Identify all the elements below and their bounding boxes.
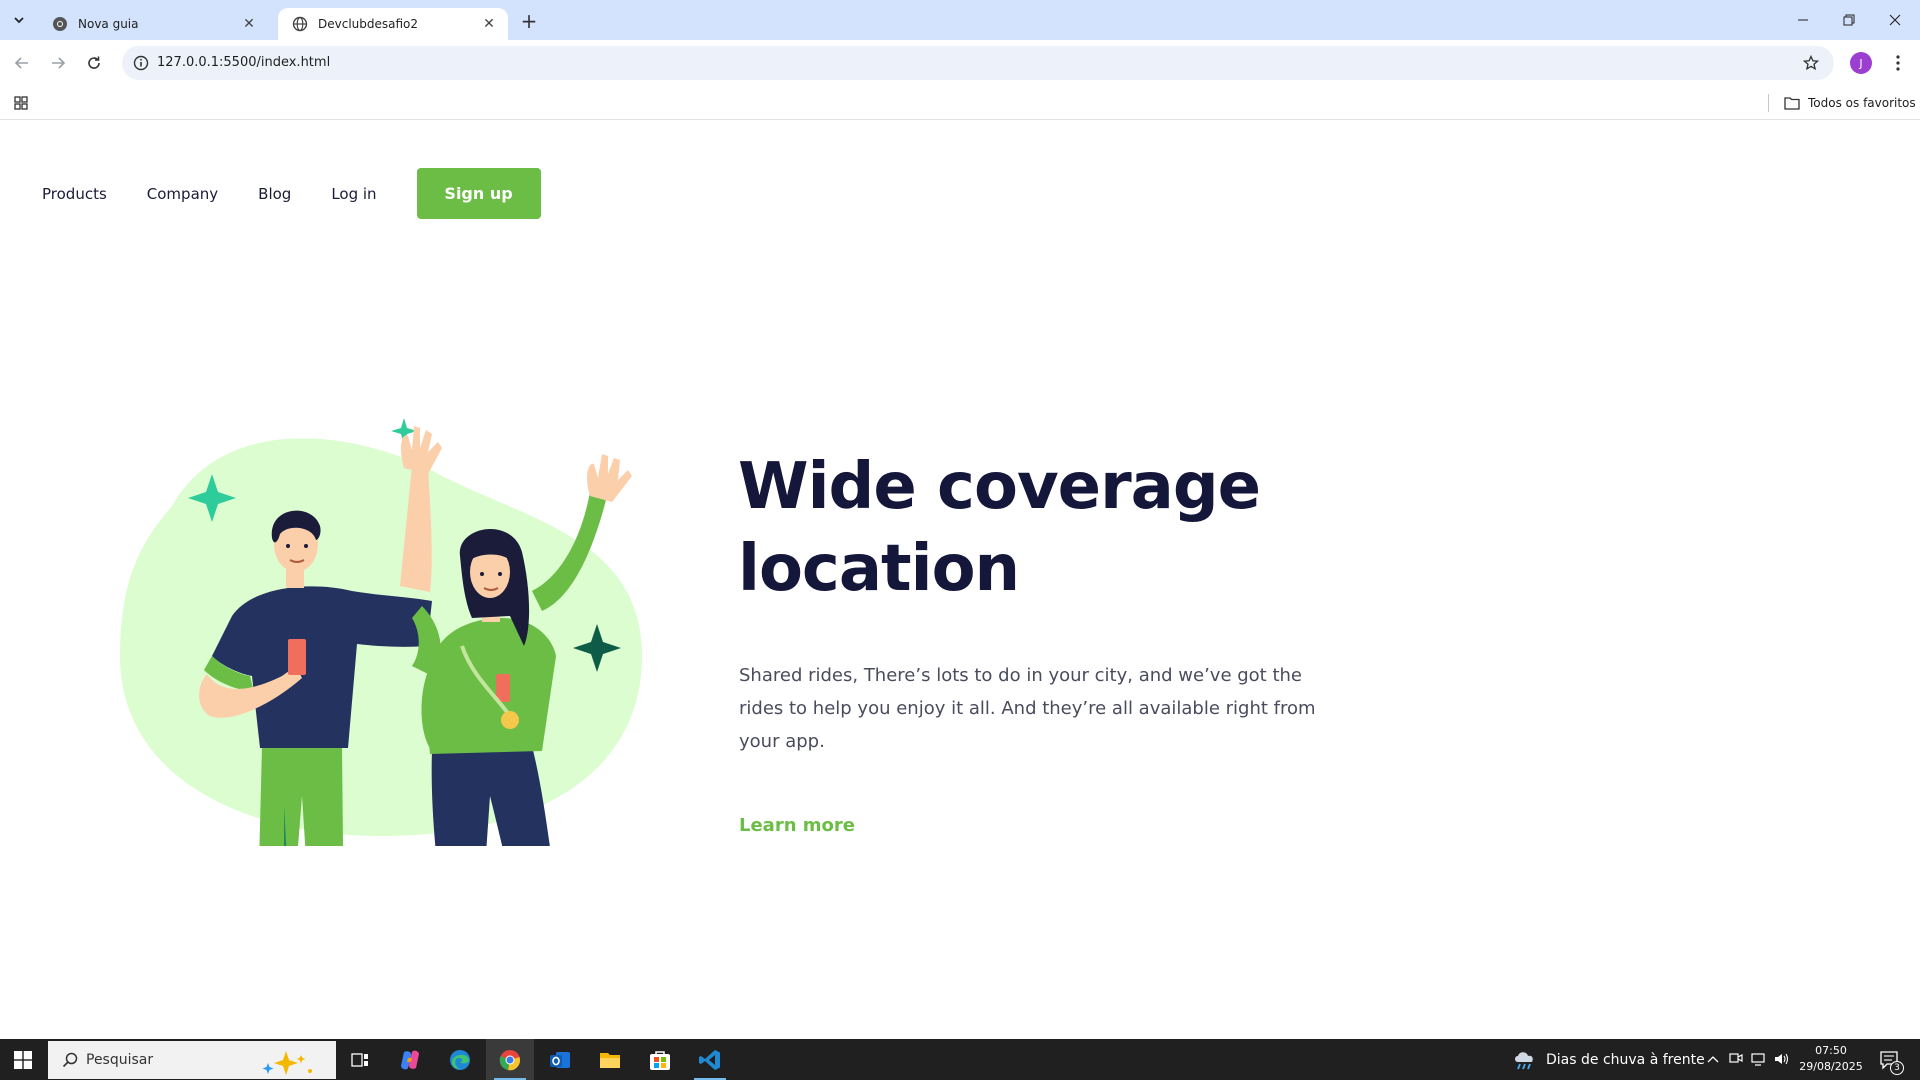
apps-grid-icon[interactable]	[10, 92, 32, 114]
bookmarks-separator	[1768, 94, 1769, 112]
outlook-icon	[550, 1051, 570, 1068]
learn-more-link[interactable]: Learn more	[739, 815, 855, 836]
file-explorer-icon	[600, 1052, 620, 1068]
hero-title-line-2: location	[738, 532, 1020, 606]
man-pants	[259, 746, 343, 846]
hero-description: Shared rides, There’s lots to do in your…	[739, 665, 1316, 752]
weather-text: Dias de chuva à frente	[1546, 1051, 1705, 1068]
weather-widget[interactable]: Dias de chuva à frente	[1512, 1039, 1705, 1080]
system-clock[interactable]: 07:50 29/08/2025	[1796, 1043, 1866, 1075]
browser-toolbar: 127.0.0.1:5500/index.html J	[0, 40, 1920, 86]
tab-title: Devclubdesafio2	[318, 17, 419, 31]
vscode-icon	[699, 1049, 720, 1070]
new-tab-button[interactable]: +	[518, 9, 540, 33]
network-icon[interactable]	[1750, 1050, 1768, 1068]
chrome-icon	[52, 16, 68, 32]
file-explorer-button[interactable]	[586, 1039, 634, 1080]
copilot-icon	[401, 1050, 419, 1069]
copilot-button[interactable]	[386, 1039, 434, 1080]
outlook-button[interactable]	[536, 1039, 584, 1080]
close-tab-icon[interactable]: ✕	[480, 15, 498, 33]
task-view-icon	[351, 1052, 368, 1067]
site-nav: Products Company Blog Log in Sign up	[42, 168, 541, 219]
woman-hand	[587, 454, 632, 502]
notification-center-button[interactable]: 3	[1876, 1047, 1904, 1075]
more-menu-icon[interactable]	[1888, 52, 1908, 74]
chevron-up-icon[interactable]	[1704, 1050, 1722, 1068]
tab-search-button[interactable]	[6, 8, 32, 32]
nav-products[interactable]: Products	[42, 185, 107, 203]
site-info-icon[interactable]	[130, 52, 152, 74]
search-placeholder: Pesquisar	[86, 1052, 154, 1068]
edge-icon	[450, 1049, 470, 1070]
windows-taskbar: Pesquisar Dias de chuva à frente 07:50 2…	[0, 1039, 1920, 1080]
windows-logo-icon	[14, 1050, 32, 1069]
all-bookmarks-label: Todos os favoritos	[1808, 96, 1916, 110]
chevron-down-icon	[14, 17, 24, 24]
hero-illustration	[120, 418, 642, 846]
nav-company[interactable]: Company	[147, 185, 218, 203]
minimize-icon	[1798, 19, 1808, 21]
tab-nova-guia[interactable]: Nova guia ✕	[38, 8, 268, 40]
arrow-left-icon	[14, 57, 28, 69]
store-icon	[650, 1050, 670, 1070]
close-tab-icon[interactable]: ✕	[240, 15, 258, 33]
bookmarks-bar: Todos os favoritos	[0, 86, 1920, 120]
start-button[interactable]	[0, 1039, 46, 1080]
tab-strip: Nova guia ✕ Devclubdesafio2 ✕ +	[0, 0, 1920, 40]
clock-time: 07:50	[1815, 1044, 1847, 1057]
folder-icon	[1784, 97, 1800, 110]
nav-login[interactable]: Log in	[331, 185, 376, 203]
globe-icon	[292, 16, 308, 32]
page-viewport: Products Company Blog Log in Sign up Wid…	[0, 121, 1920, 1039]
all-bookmarks-button[interactable]: Todos os favoritos	[1784, 91, 1916, 115]
edge-button[interactable]	[436, 1039, 484, 1080]
reload-icon	[88, 56, 100, 69]
taskbar-search[interactable]: Pesquisar	[48, 1041, 336, 1079]
search-icon	[62, 1052, 78, 1068]
sparkle-icon	[262, 1051, 312, 1075]
clock-date: 29/08/2025	[1799, 1060, 1863, 1073]
restore-icon	[1843, 14, 1855, 26]
nav-blog[interactable]: Blog	[258, 185, 291, 203]
arrow-right-icon	[52, 57, 66, 69]
tab-title: Nova guia	[78, 17, 139, 31]
restore-button[interactable]	[1826, 0, 1872, 40]
volume-icon[interactable]	[1773, 1050, 1791, 1068]
url-text: 127.0.0.1:5500/index.html	[157, 55, 331, 70]
phone-icon	[496, 674, 510, 702]
signup-button[interactable]: Sign up	[416, 168, 541, 219]
chrome-icon	[499, 1049, 521, 1070]
tab-devclubdesafio2[interactable]: Devclubdesafio2 ✕	[278, 8, 508, 40]
task-view-button[interactable]	[336, 1039, 384, 1080]
hero-title: Wide coverage location	[738, 446, 1438, 610]
forward-button[interactable]	[44, 49, 72, 77]
reload-button[interactable]	[80, 49, 108, 77]
back-button[interactable]	[8, 49, 36, 77]
meet-now-icon[interactable]	[1727, 1050, 1745, 1068]
phone-icon	[288, 639, 306, 675]
address-bar[interactable]: 127.0.0.1:5500/index.html	[122, 46, 1834, 80]
notification-count-badge: 3	[1890, 1061, 1904, 1075]
rain-cloud-icon	[1515, 1051, 1533, 1069]
close-window-button[interactable]	[1872, 0, 1918, 40]
minimize-button[interactable]	[1780, 0, 1826, 40]
chrome-button[interactable]	[486, 1039, 534, 1080]
profile-avatar[interactable]: J	[1850, 52, 1872, 74]
bookmark-star-icon[interactable]	[1800, 52, 1822, 74]
hero-title-line-1: Wide coverage	[738, 450, 1261, 524]
vscode-button[interactable]	[686, 1039, 734, 1080]
medal-icon	[501, 711, 519, 729]
close-icon	[1889, 14, 1901, 26]
store-button[interactable]	[636, 1039, 684, 1080]
